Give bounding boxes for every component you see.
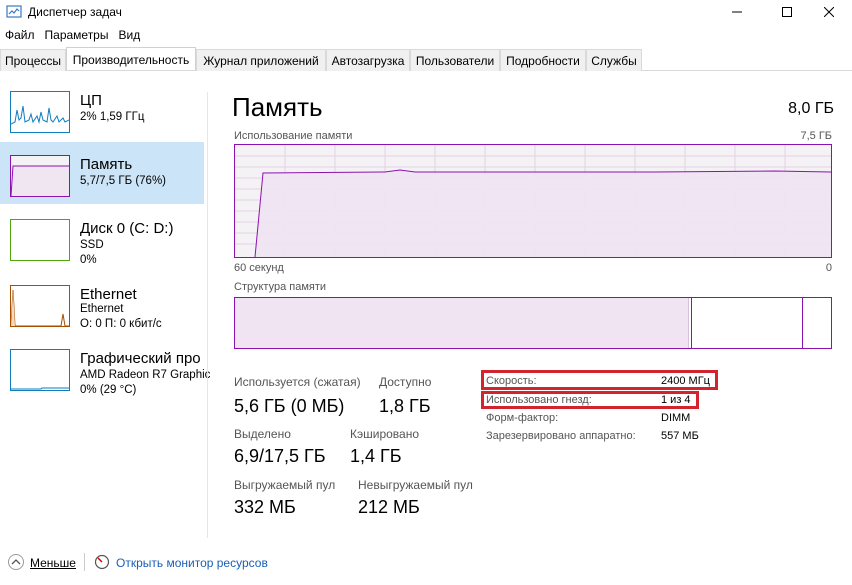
speed-highlight-box <box>481 370 718 390</box>
sidebar-disk-name: Диск 0 (C: D:) <box>80 220 174 237</box>
tab-services[interactable]: Службы <box>586 49 642 71</box>
usage-graph-x-right: 0 <box>825 262 832 274</box>
sidebar-cpu-name: ЦП <box>80 92 102 109</box>
maximize-button[interactable] <box>764 0 810 24</box>
hardware-reserved-value: 557 МБ <box>661 430 699 442</box>
memory-usage-plot <box>235 145 832 258</box>
composition-divider-1 <box>688 298 689 348</box>
sidebar-item-gpu[interactable]: Графический про AMD Radeon R7 Graphic 0%… <box>0 336 210 398</box>
title-bar: Диспетчер задач <box>0 0 852 24</box>
sidebar-disk-type: SSD <box>80 239 104 251</box>
cpu-thumbnail <box>10 91 70 133</box>
paged-pool-label: Выгружаемый пул <box>234 478 336 492</box>
minimize-button[interactable] <box>714 0 760 24</box>
open-resource-monitor-link[interactable]: Открыть монитор ресурсов <box>116 556 268 570</box>
window-title: Диспетчер задач <box>28 5 122 19</box>
available-label: Доступно <box>379 375 432 389</box>
form-factor-label: Форм-фактор: <box>486 412 559 424</box>
in-use-value: 5,6 ГБ (0 МБ) <box>234 396 345 416</box>
sidebar-item-disk[interactable]: Диск 0 (C: D:) SSD 0% <box>0 206 204 268</box>
sidebar-gpu-model: AMD Radeon R7 Graphic <box>80 369 211 381</box>
fewer-details-link[interactable]: Меньше <box>30 556 76 570</box>
sidebar-item-ethernet[interactable]: Ethernet Ethernet О: 0 П: 0 кбит/с <box>0 272 204 334</box>
menu-file[interactable]: Файл <box>0 26 40 46</box>
memory-usage-graph <box>234 144 832 258</box>
page-title: Память <box>232 92 323 122</box>
memory-thumbnail <box>10 155 70 197</box>
gpu-thumbnail <box>10 349 70 391</box>
tab-performance[interactable]: Производительность <box>66 47 196 70</box>
hardware-reserved-label: Зарезервировано аппаратно: <box>486 430 636 442</box>
cached-value: 1,4 ГБ <box>350 446 402 466</box>
form-factor-value: DIMM <box>661 412 691 424</box>
composition-divider-2 <box>691 298 692 348</box>
paged-pool-value: 332 МБ <box>234 497 296 517</box>
memory-composition-graph <box>234 297 832 349</box>
slots-highlight-box <box>481 391 699 409</box>
nonpaged-pool-label: Невыгружаемый пул <box>358 478 473 492</box>
task-manager-icon <box>6 5 22 18</box>
cached-label: Кэшировано <box>350 427 420 441</box>
sidebar-ethernet-stat: О: 0 П: 0 кбит/с <box>80 318 162 330</box>
sidebar-divider <box>207 92 208 538</box>
usage-graph-label: Использование памяти <box>234 130 353 142</box>
sidebar-memory-stat: 5,7/7,5 ГБ (76%) <box>80 175 167 187</box>
footer: Меньше Открыть монитор ресурсов <box>0 546 852 585</box>
usage-graph-max: 7,5 ГБ <box>800 130 832 142</box>
sidebar-item-cpu[interactable]: ЦП 2% 1,59 ГГц <box>0 78 204 140</box>
tab-processes[interactable]: Процессы <box>0 49 66 71</box>
committed-value: 6,9/17,5 ГБ <box>234 446 326 466</box>
composition-graph-label: Структура памяти <box>234 281 327 293</box>
tab-app-history[interactable]: Журнал приложений <box>196 49 326 71</box>
sidebar-disk-stat: 0% <box>80 254 97 266</box>
committed-label: Выделено <box>234 427 291 441</box>
tab-users[interactable]: Пользователи <box>410 49 500 71</box>
ethernet-thumbnail <box>10 285 70 327</box>
sidebar-ethernet-name: Ethernet <box>80 286 137 303</box>
disk-thumbnail <box>10 219 70 261</box>
maximize-icon <box>782 7 792 17</box>
menu-view[interactable]: Вид <box>113 26 145 46</box>
sidebar-cpu-stat: 2% 1,59 ГГц <box>80 111 145 123</box>
close-icon <box>824 7 834 17</box>
memory-panel: Память 8,0 ГБ Использование памяти 7,5 Г… <box>218 78 848 538</box>
sidebar-memory-name: Память <box>80 156 133 173</box>
sidebar-ethernet-adapter: Ethernet <box>80 303 124 315</box>
memory-total: 8,0 ГБ <box>788 100 834 117</box>
in-use-label: Используется (сжатая) <box>234 375 361 389</box>
tab-startup[interactable]: Автозагрузка <box>326 49 410 71</box>
composition-divider-3 <box>802 298 803 348</box>
composition-in-use <box>235 298 688 348</box>
tab-bar: Процессы Производительность Журнал прило… <box>0 47 852 71</box>
fewer-details-button[interactable] <box>8 554 24 570</box>
chevron-up-icon <box>11 559 21 565</box>
available-value: 1,8 ГБ <box>379 396 431 416</box>
sidebar-gpu-name: Графический про <box>80 350 201 367</box>
resource-sidebar: ЦП 2% 1,59 ГГц Память 5,7/7,5 ГБ (76%) Д… <box>0 78 210 538</box>
close-button[interactable] <box>806 0 852 24</box>
sidebar-item-memory[interactable]: Память 5,7/7,5 ГБ (76%) <box>0 142 204 204</box>
minimize-icon <box>732 11 742 13</box>
footer-separator <box>84 553 85 571</box>
tab-details[interactable]: Подробности <box>500 49 586 71</box>
nonpaged-pool-value: 212 МБ <box>358 497 420 517</box>
menu-options[interactable]: Параметры <box>40 26 114 46</box>
usage-graph-x-left: 60 секунд <box>234 262 284 274</box>
resource-monitor-icon <box>94 554 110 570</box>
sidebar-gpu-stat: 0% (29 °C) <box>80 384 137 396</box>
menu-bar: Файл Параметры Вид <box>0 26 145 46</box>
